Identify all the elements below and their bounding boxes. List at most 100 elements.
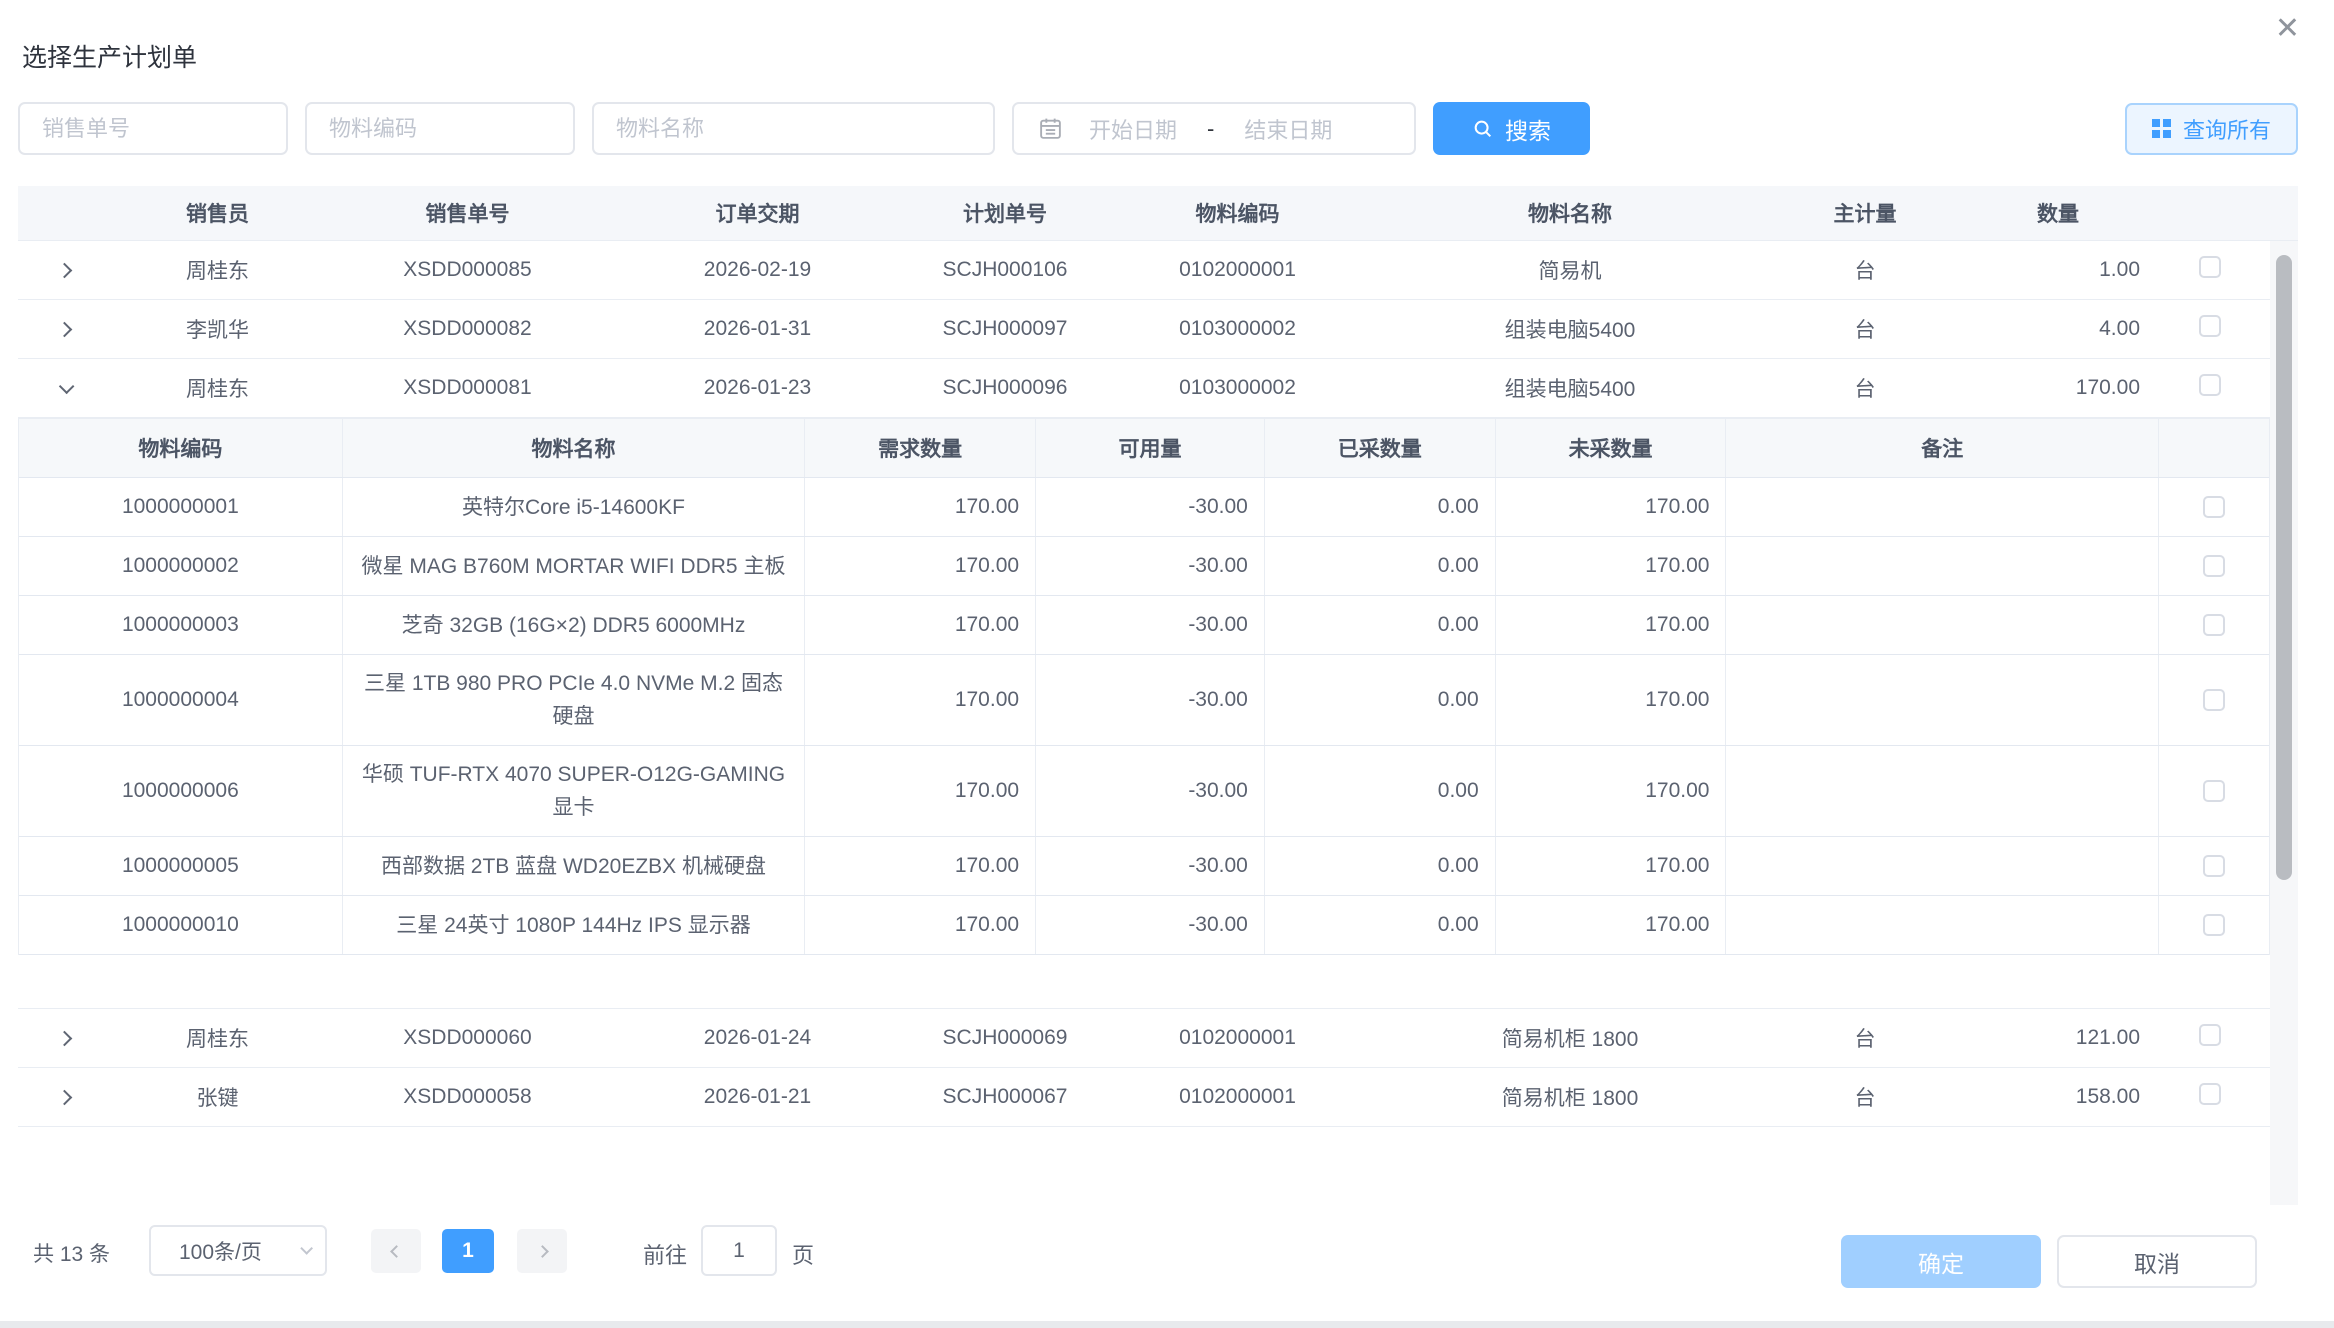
- expand-icon[interactable]: [56, 322, 72, 338]
- cell-salesperson: 张键: [110, 1082, 325, 1112]
- sub-cell-unpurchased-qty: 170.00: [1496, 596, 1727, 654]
- sub-cell-required-qty: 170.00: [805, 537, 1036, 595]
- grid-icon: [2152, 119, 2171, 138]
- table-row[interactable]: 周桂东XSDD0000602026-01-24SCJH0000690102000…: [18, 1009, 2270, 1068]
- sub-cell-purchased-qty: 0.00: [1265, 478, 1496, 536]
- row-checkbox[interactable]: [2199, 1083, 2221, 1105]
- vertical-scrollbar-track[interactable]: [2270, 241, 2298, 1205]
- cell-checkbox: [2150, 256, 2270, 284]
- table-row[interactable]: 张键XSDD0000582026-01-21SCJH00006701020000…: [18, 1068, 2270, 1127]
- cell-material-code: 0102000001: [1105, 1026, 1370, 1050]
- material-name-input[interactable]: [592, 102, 995, 155]
- page-number-button[interactable]: 1: [442, 1229, 494, 1273]
- row-checkbox[interactable]: [2199, 1024, 2221, 1046]
- next-page-button[interactable]: [517, 1229, 567, 1273]
- sub-column-header-purchased-qty: 已采数量: [1265, 419, 1496, 477]
- cell-material-code: 0103000002: [1105, 376, 1370, 400]
- date-separator: -: [1207, 116, 1214, 142]
- sub-cell-available-qty: -30.00: [1036, 896, 1265, 954]
- column-header-plan-no: 计划单号: [905, 198, 1105, 228]
- pagination-total: 共 13 条: [33, 1238, 110, 1268]
- sub-cell-checkbox: [2159, 837, 2269, 895]
- sub-row-checkbox[interactable]: [2203, 555, 2225, 577]
- close-icon[interactable]: ✕: [2275, 14, 2300, 44]
- sub-cell-required-qty: 170.00: [805, 746, 1036, 836]
- expand-icon[interactable]: [56, 1031, 72, 1047]
- query-all-button[interactable]: 查询所有: [2125, 103, 2298, 155]
- sub-row-checkbox[interactable]: [2203, 689, 2225, 711]
- row-checkbox[interactable]: [2199, 256, 2221, 278]
- table-row[interactable]: 周桂东XSDD0000812026-01-23SCJH0000960103000…: [18, 359, 2270, 418]
- row-checkbox[interactable]: [2199, 374, 2221, 396]
- cell-sales-order: XSDD000085: [325, 258, 610, 282]
- sub-cell-remark: [1726, 478, 2159, 536]
- expand-icon[interactable]: [56, 1090, 72, 1106]
- vertical-scrollbar-thumb[interactable]: [2276, 255, 2292, 880]
- page-size-select[interactable]: 100条/页: [149, 1225, 327, 1276]
- column-header-material-name: 物料名称: [1370, 198, 1770, 228]
- sub-table-row[interactable]: 1000000010三星 24英寸 1080P 144Hz IPS 显示器170…: [19, 896, 2269, 955]
- sub-cell-required-qty: 170.00: [805, 655, 1036, 745]
- sub-row-checkbox[interactable]: [2203, 614, 2225, 636]
- cell-checkbox: [2150, 315, 2270, 343]
- calendar-icon: [1038, 116, 1063, 141]
- sub-row-checkbox[interactable]: [2203, 780, 2225, 802]
- main-table-body: 周桂东XSDD0000852026-02-19SCJH0001060102000…: [18, 241, 2298, 1127]
- prev-page-button[interactable]: [371, 1229, 421, 1273]
- sub-table-row[interactable]: 1000000006华硕 TUF-RTX 4070 SUPER-O12G-GAM…: [19, 746, 2269, 837]
- sub-cell-checkbox: [2159, 746, 2269, 836]
- sub-table-row[interactable]: 1000000003芝奇 32GB (16G×2) DDR5 6000MHz17…: [19, 596, 2269, 655]
- horizontal-scrollbar-track[interactable]: [0, 1321, 2334, 1328]
- sub-cell-required-qty: 170.00: [805, 896, 1036, 954]
- goto-page-input[interactable]: [701, 1225, 777, 1276]
- sub-cell-material-code: 1000000006: [19, 746, 343, 836]
- cell-plan-no: SCJH000097: [905, 317, 1105, 341]
- sub-cell-remark: [1726, 837, 2159, 895]
- sub-table-row[interactable]: 1000000004三星 1TB 980 PRO PCIe 4.0 NVMe M…: [19, 655, 2269, 746]
- sub-cell-available-qty: -30.00: [1036, 478, 1265, 536]
- sub-cell-unpurchased-qty: 170.00: [1496, 655, 1727, 745]
- sub-cell-material-code: 1000000004: [19, 655, 343, 745]
- goto-label: 前往: [643, 1238, 687, 1270]
- sub-cell-remark: [1726, 537, 2159, 595]
- sub-cell-material-name: 华硕 TUF-RTX 4070 SUPER-O12G-GAMING 显卡: [343, 746, 806, 836]
- sub-table-header-row: 物料编码物料名称需求数量可用量已采数量未采数量备注: [19, 418, 2269, 478]
- chevron-right-icon: [536, 1245, 549, 1258]
- sub-cell-remark: [1726, 596, 2159, 654]
- sub-cell-purchased-qty: 0.00: [1265, 746, 1496, 836]
- expand-icon[interactable]: [56, 263, 72, 279]
- filter-bar: 开始日期 - 结束日期 搜索 查询所有: [18, 102, 2298, 155]
- sub-row-checkbox[interactable]: [2203, 855, 2225, 877]
- date-range-picker[interactable]: 开始日期 - 结束日期: [1012, 102, 1416, 155]
- row-checkbox[interactable]: [2199, 315, 2221, 337]
- sub-table-row[interactable]: 1000000002微星 MAG B760M MORTAR WIFI DDR5 …: [19, 537, 2269, 596]
- expand-cell: [18, 376, 110, 400]
- sub-table-row[interactable]: 1000000005西部数据 2TB 蓝盘 WD20EZBX 机械硬盘170.0…: [19, 837, 2269, 896]
- material-code-input[interactable]: [305, 102, 575, 155]
- table-row[interactable]: 周桂东XSDD0000852026-02-19SCJH0001060102000…: [18, 241, 2270, 300]
- cell-qty: 1.00: [1960, 258, 2150, 282]
- sub-row-checkbox[interactable]: [2203, 914, 2225, 936]
- sub-cell-checkbox: [2159, 537, 2269, 595]
- cell-checkbox: [2150, 374, 2270, 402]
- sub-row-checkbox[interactable]: [2203, 496, 2225, 518]
- cell-material-name: 简易机柜 1800: [1370, 1082, 1770, 1112]
- sub-cell-required-qty: 170.00: [805, 478, 1036, 536]
- column-header-salesperson: 销售员: [110, 198, 325, 228]
- table-row[interactable]: 李凯华XSDD0000822026-01-31SCJH0000970103000…: [18, 300, 2270, 359]
- sub-cell-remark: [1726, 746, 2159, 836]
- cell-salesperson: 李凯华: [110, 314, 325, 344]
- column-header-sales-order: 销售单号: [325, 198, 610, 228]
- collapse-icon[interactable]: [58, 379, 74, 395]
- sub-cell-required-qty: 170.00: [805, 596, 1036, 654]
- cell-delivery-date: 2026-01-21: [610, 1085, 905, 1109]
- sales-order-input[interactable]: [18, 102, 288, 155]
- cell-unit: 台: [1770, 1023, 1960, 1053]
- column-header-material-code: 物料编码: [1105, 198, 1370, 228]
- cancel-button[interactable]: 取消: [2057, 1235, 2257, 1288]
- end-date-placeholder: 结束日期: [1244, 113, 1332, 145]
- search-button[interactable]: 搜索: [1433, 102, 1590, 155]
- confirm-button[interactable]: 确定: [1841, 1235, 2041, 1288]
- cell-sales-order: XSDD000060: [325, 1026, 610, 1050]
- sub-table-row[interactable]: 1000000001英特尔Core i5-14600KF170.00-30.00…: [19, 478, 2269, 537]
